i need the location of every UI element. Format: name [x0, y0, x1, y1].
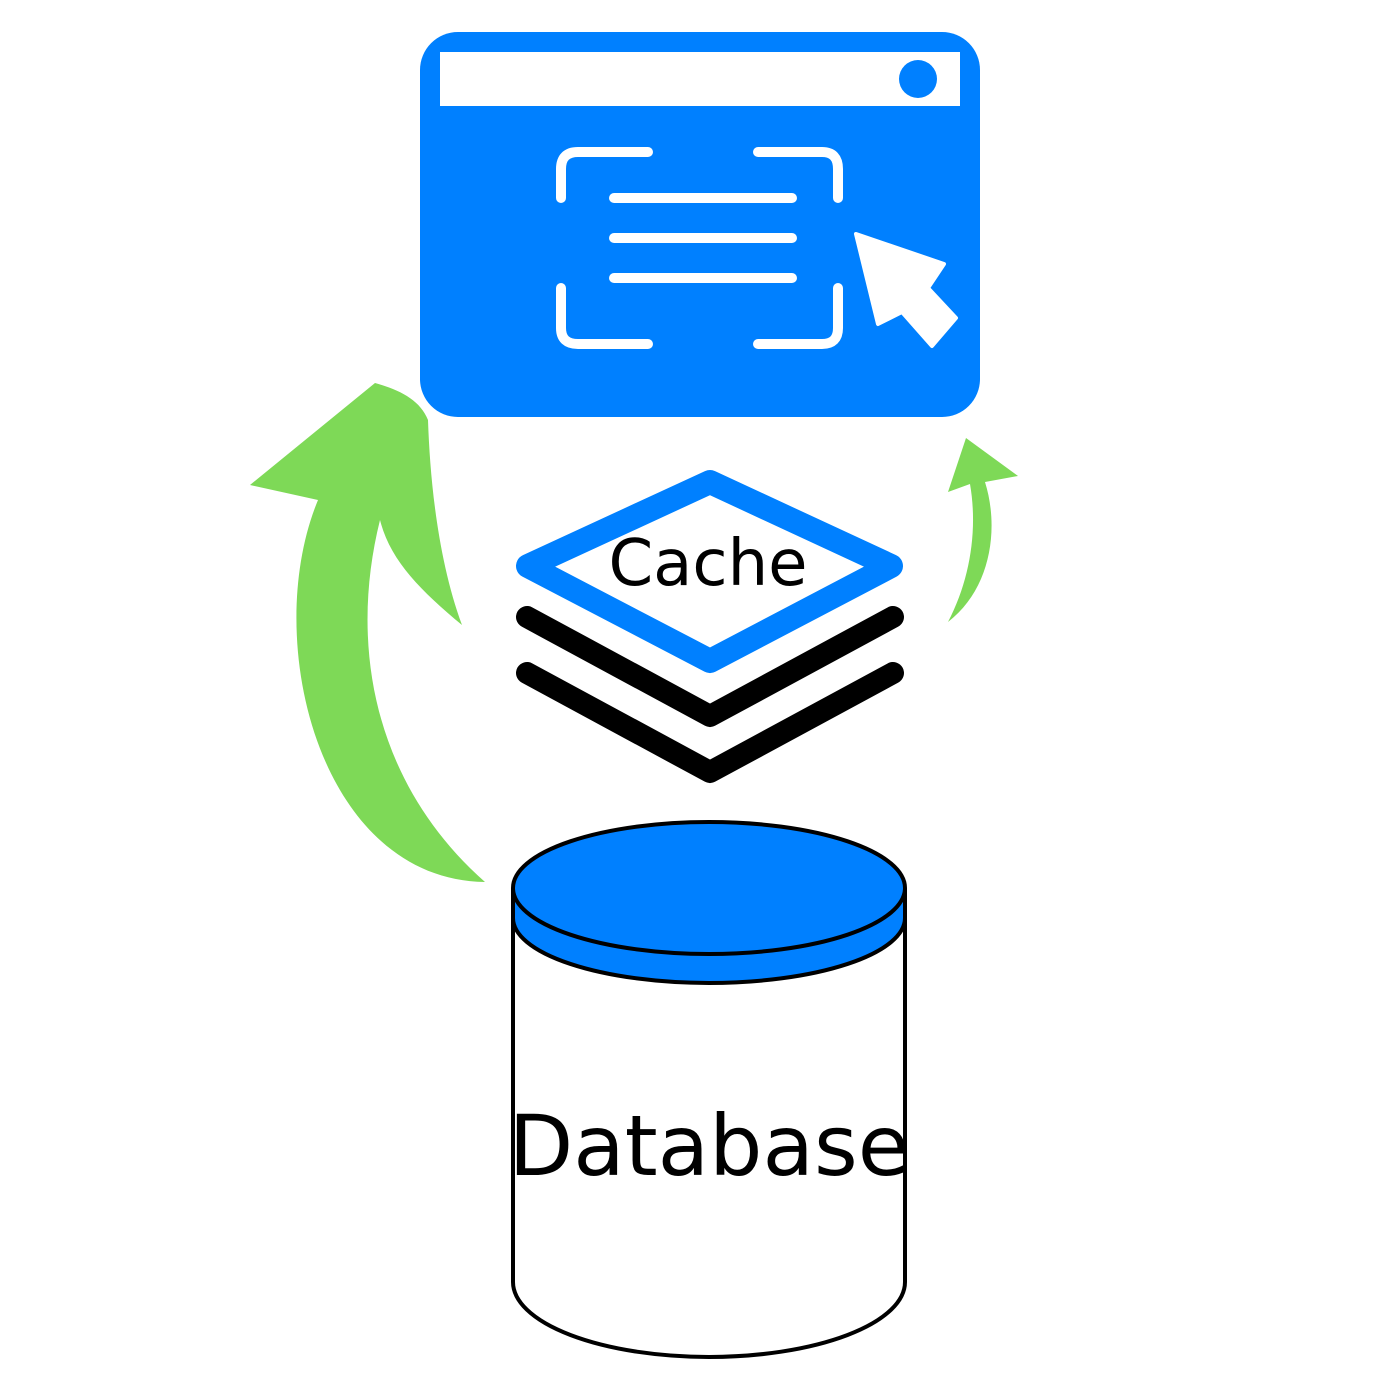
database-label: Database	[509, 1097, 910, 1195]
arrow-database-to-browser	[250, 383, 485, 882]
database-cylinder-icon: Database	[509, 820, 910, 1359]
cache-label: Cache	[608, 527, 807, 601]
layered-cache-icon: Cache	[516, 470, 904, 783]
arrow-cache-to-browser	[948, 438, 1018, 622]
browser-dot-icon	[899, 60, 937, 98]
cache-diagram: Cache Database	[250, 32, 1018, 1359]
database-top	[511, 820, 907, 956]
browser-window-icon	[420, 32, 980, 417]
